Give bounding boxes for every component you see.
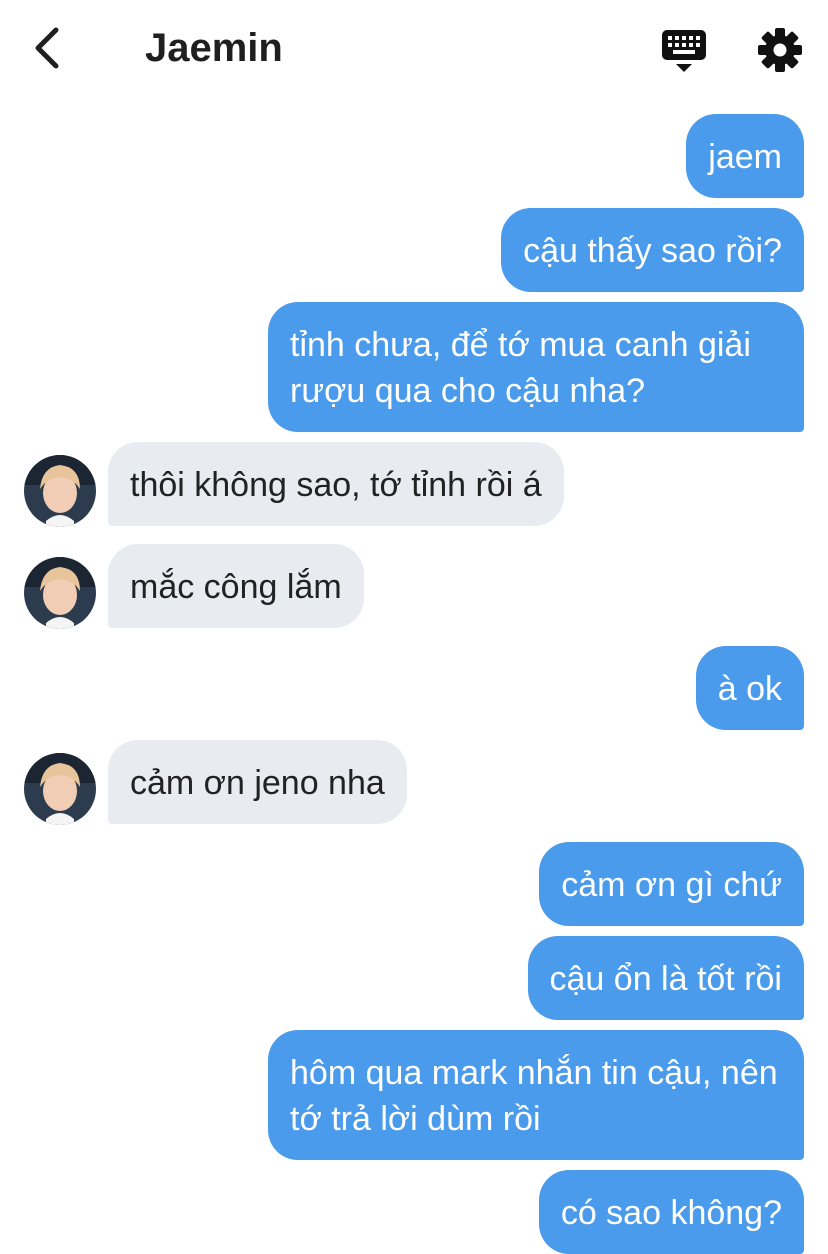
message-bubble-outgoing[interactable]: cảm ơn gì chứ xyxy=(539,842,804,926)
message-text: cảm ơn gì chứ xyxy=(561,866,782,904)
avatar-photo-icon xyxy=(24,455,96,527)
message-text: có sao không? xyxy=(560,1194,782,1232)
avatar[interactable] xyxy=(24,455,96,527)
message-text: thôi không sao, tớ tỉnh rồi á xyxy=(130,466,542,504)
message-bubble-outgoing[interactable]: à ok xyxy=(695,646,804,730)
avatar-photo-icon xyxy=(24,753,96,825)
avatar-photo-icon xyxy=(24,557,96,629)
chevron-left-icon xyxy=(35,27,59,69)
message-bubble-outgoing[interactable]: cậu thấy sao rồi? xyxy=(501,208,804,292)
message-bubble-incoming[interactable]: mắc công lắm xyxy=(108,544,364,628)
back-button[interactable] xyxy=(22,22,72,74)
gear-icon xyxy=(758,28,802,72)
message-text: jaem xyxy=(708,138,782,176)
avatar[interactable] xyxy=(24,557,96,629)
message-bubble-incoming[interactable]: cảm ơn jeno nha xyxy=(108,740,407,824)
keyboard-icon xyxy=(662,30,706,72)
message-bubble-incoming[interactable]: thôi không sao, tớ tỉnh rồi á xyxy=(108,442,564,526)
chat-screen: Jaemin jaem cậu thấy sao rồi? tỉnh chưa,… xyxy=(0,0,828,1254)
message-bubble-outgoing[interactable]: cậu ổn là tốt rồi xyxy=(527,936,804,1020)
message-text: cậu thấy sao rồi? xyxy=(523,232,782,270)
message-bubble-outgoing[interactable]: jaem xyxy=(686,114,804,198)
message-text: à ok xyxy=(717,670,782,708)
message-text: cảm ơn jeno nha xyxy=(130,764,385,802)
message-bubble-outgoing[interactable]: tỉnh chưa, để tớ mua canh giải rượu qua … xyxy=(268,302,804,432)
message-text: hôm qua mark nhắn tin cậu, nên tớ trả lờ… xyxy=(290,1054,778,1138)
message-bubble-outgoing[interactable]: có sao không? xyxy=(538,1170,804,1254)
message-bubble-outgoing[interactable]: hôm qua mark nhắn tin cậu, nên tớ trả lờ… xyxy=(268,1030,804,1160)
message-text: cậu ổn là tốt rồi xyxy=(549,960,782,998)
message-text: tỉnh chưa, để tớ mua canh giải rượu qua … xyxy=(290,326,751,410)
chat-header: Jaemin xyxy=(0,0,828,96)
message-text: mắc công lắm xyxy=(130,568,342,606)
keyboard-button[interactable] xyxy=(660,28,708,74)
settings-button[interactable] xyxy=(756,26,804,74)
avatar[interactable] xyxy=(24,753,96,825)
chat-title: Jaemin xyxy=(145,26,283,70)
